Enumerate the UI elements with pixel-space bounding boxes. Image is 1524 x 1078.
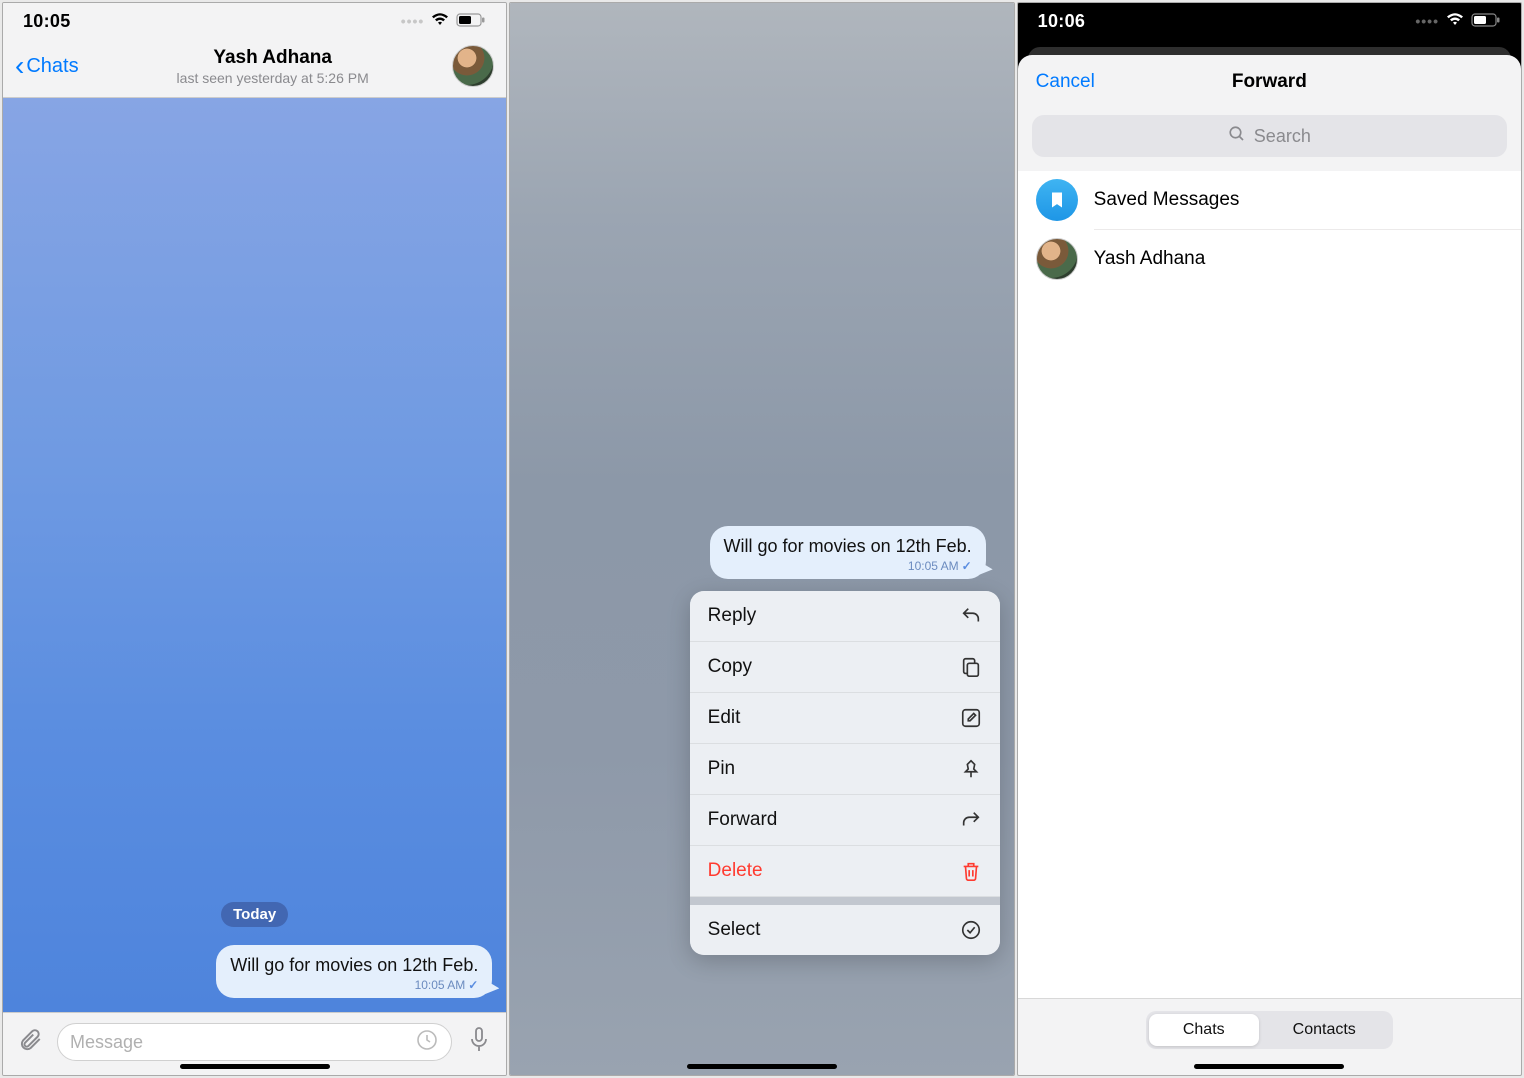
menu-label: Forward [708, 809, 778, 831]
trash-icon [960, 860, 982, 882]
menu-reply[interactable]: Reply [690, 591, 1000, 642]
back-label: Chats [26, 55, 78, 78]
menu-label: Pin [708, 758, 735, 780]
chat-title-group[interactable]: Yash Adhana last seen yesterday at 5:26 … [99, 47, 446, 86]
cellular-dots-icon: •••• [1415, 13, 1439, 29]
forward-icon [960, 809, 982, 831]
message-text: Will go for movies on 12th Feb. [230, 955, 478, 976]
status-time: 10:05 [23, 11, 71, 32]
search-icon [1228, 125, 1246, 148]
paperclip-icon[interactable] [15, 1027, 45, 1058]
chat-screen: 10:05 •••• ‹ Chats Yash Adhana last seen… [2, 2, 507, 1076]
sent-check-icon: ✓ [468, 978, 478, 992]
row-label: Saved Messages [1094, 189, 1240, 211]
menu-select[interactable]: Select [690, 905, 1000, 955]
reply-icon [960, 605, 982, 627]
message-time: 10:05 AM [415, 978, 466, 992]
menu-label: Delete [708, 860, 763, 882]
seg-contacts[interactable]: Contacts [1259, 1014, 1390, 1046]
menu-forward[interactable]: Forward [690, 795, 1000, 846]
wifi-icon [1445, 11, 1465, 32]
date-chip: Today [221, 902, 288, 927]
segmented-control: Chats Contacts [1146, 1011, 1393, 1049]
cellular-dots-icon: •••• [401, 13, 425, 29]
focused-message-bubble[interactable]: Will go for movies on 12th Feb. 10:05 AM… [710, 526, 986, 579]
message-text: Will go for movies on 12th Feb. [724, 536, 972, 557]
search-placeholder: Search [1254, 126, 1311, 147]
message-bubble[interactable]: Will go for movies on 12th Feb. 10:05 AM… [216, 945, 492, 998]
status-bar: 10:05 •••• [3, 3, 506, 39]
clock-icon[interactable] [415, 1028, 439, 1057]
back-chevron-icon: ‹ [15, 52, 24, 80]
blurred-background[interactable]: Will go for movies on 12th Feb. 10:05 AM… [510, 3, 1013, 1075]
message-time: 10:05 AM [908, 559, 959, 573]
menu-label: Reply [708, 605, 757, 627]
context-menu-screen: Will go for movies on 12th Feb. 10:05 AM… [509, 2, 1014, 1076]
search-input[interactable]: Search [1032, 115, 1507, 157]
seg-chats[interactable]: Chats [1149, 1014, 1259, 1046]
avatar[interactable] [452, 45, 494, 87]
sent-check-icon: ✓ [962, 559, 972, 573]
home-indicator[interactable] [687, 1064, 837, 1069]
menu-pin[interactable]: Pin [690, 744, 1000, 795]
home-indicator[interactable] [1194, 1064, 1344, 1069]
message-placeholder: Message [70, 1032, 143, 1053]
battery-icon [1471, 11, 1501, 32]
context-menu: Reply Copy Edit Pin [690, 591, 1000, 955]
forward-row-contact[interactable]: Yash Adhana [1018, 230, 1521, 288]
forward-title: Forward [1036, 71, 1503, 93]
pin-icon [960, 758, 982, 780]
microphone-icon[interactable] [464, 1026, 494, 1059]
contact-name: Yash Adhana [99, 47, 446, 69]
row-label: Yash Adhana [1094, 248, 1206, 270]
avatar [1036, 238, 1078, 280]
menu-copy[interactable]: Copy [690, 642, 1000, 693]
copy-icon [960, 656, 982, 678]
status-time: 10:06 [1038, 11, 1086, 32]
last-seen: last seen yesterday at 5:26 PM [99, 70, 446, 86]
menu-delete[interactable]: Delete [690, 846, 1000, 897]
messages-area[interactable]: Today Will go for movies on 12th Feb. 10… [3, 98, 506, 1012]
chat-header: ‹ Chats Yash Adhana last seen yesterday … [3, 39, 506, 98]
forward-sheet: Cancel Forward Search Saved Messages Yas… [1018, 55, 1521, 1075]
menu-label: Select [708, 919, 761, 941]
forward-screen: 10:06 •••• Cancel Forward Search [1017, 2, 1522, 1076]
forward-row-saved[interactable]: Saved Messages [1018, 171, 1521, 229]
message-input[interactable]: Message [57, 1023, 452, 1061]
menu-edit[interactable]: Edit [690, 693, 1000, 744]
status-bar: 10:06 •••• [1018, 3, 1521, 39]
edit-icon [960, 707, 982, 729]
forward-list: Saved Messages Yash Adhana [1018, 171, 1521, 998]
checkmark-circle-icon [960, 919, 982, 941]
back-button[interactable]: ‹ Chats [15, 52, 99, 80]
forward-header: Cancel Forward [1018, 55, 1521, 109]
bookmark-icon [1036, 179, 1078, 221]
wifi-icon [430, 11, 450, 32]
battery-icon [456, 11, 486, 32]
menu-separator [690, 897, 1000, 905]
home-indicator[interactable] [180, 1064, 330, 1069]
menu-label: Copy [708, 656, 752, 678]
menu-label: Edit [708, 707, 741, 729]
